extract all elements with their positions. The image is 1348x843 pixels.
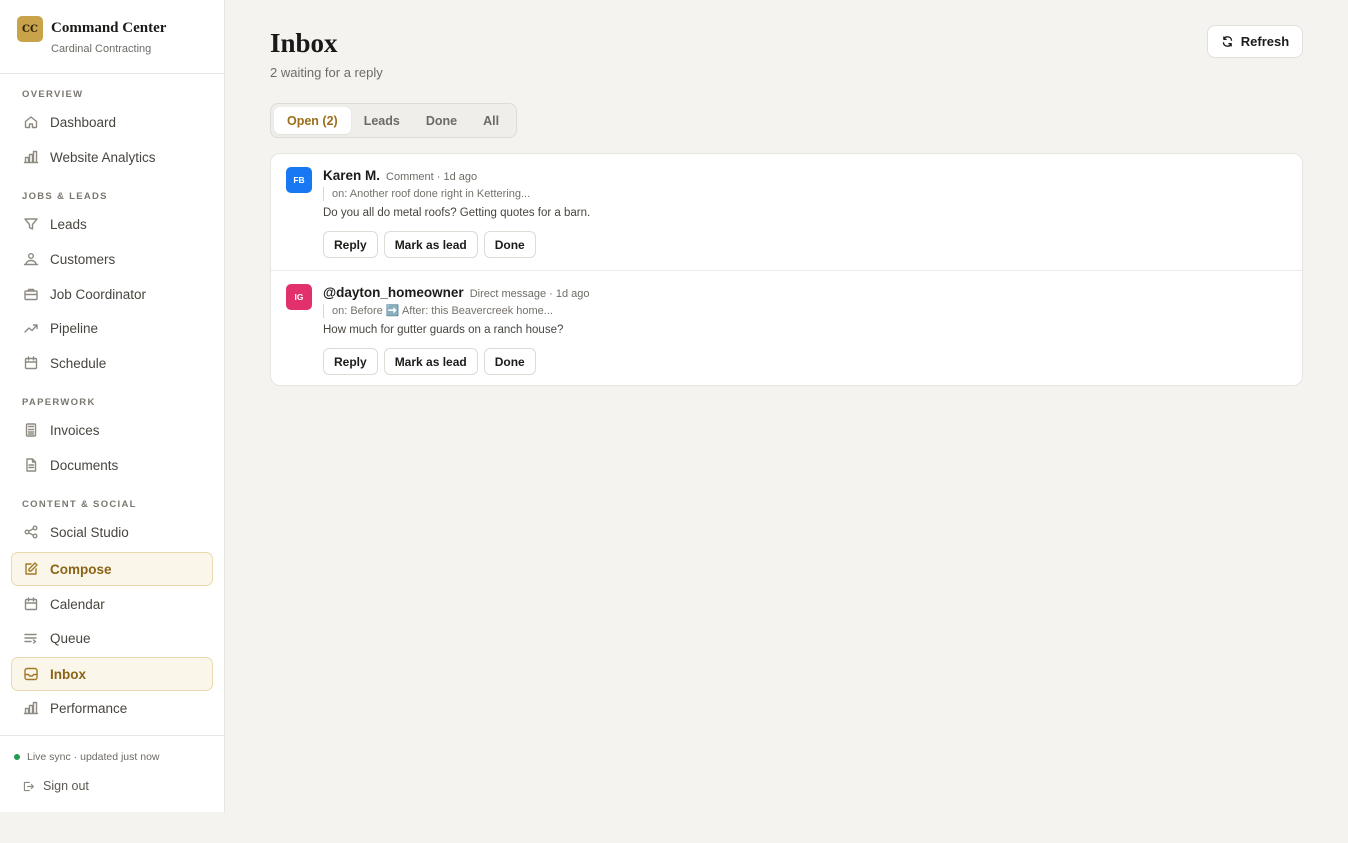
section-label-paperwork: PAPERWORK (22, 397, 96, 408)
sidebar-item-label: Dashboard (50, 114, 117, 130)
sync-status: Live sync · updated just now (14, 751, 160, 763)
sidebar-item-label: Schedule (50, 355, 107, 371)
edit-icon (23, 561, 39, 577)
section-label-content-social: CONTENT & SOCIAL (22, 499, 137, 510)
sidebar-item-label: Customers (50, 251, 116, 267)
sidebar-item-compose[interactable]: Compose (11, 552, 213, 586)
sidebar-item-label: Leads (50, 216, 87, 232)
message-item: FB Karen M. Comment · 1d ago on: Another… (271, 154, 1302, 270)
funnel-icon (23, 216, 39, 232)
sidebar-item-label: Queue (50, 630, 91, 646)
message-meta: Direct message · 1d ago (469, 288, 590, 300)
sidebar-item-schedule[interactable]: Schedule (11, 346, 213, 380)
sync-status-text: Live sync · updated just now (27, 751, 160, 763)
done-button[interactable]: Done (483, 348, 536, 375)
sidebar-item-leads[interactable]: Leads (11, 207, 213, 241)
bar-chart-icon (23, 149, 39, 165)
sidebar-item-label: Calendar (50, 596, 105, 612)
sidebar-item-label: Job Coordinator (50, 286, 147, 302)
message-item: IG @dayton_homeowner Direct message · 1d… (271, 270, 1302, 385)
sidebar-item-label: Compose (50, 561, 112, 577)
refresh-button[interactable]: Refresh (1207, 25, 1303, 58)
sidebar-item-customers[interactable]: Customers (11, 242, 213, 276)
refresh-icon (1222, 36, 1232, 47)
reply-button[interactable]: Reply (323, 231, 378, 258)
sidebar-item-performance[interactable]: Performance (11, 691, 213, 725)
share-icon (23, 524, 39, 540)
message-list: FB Karen M. Comment · 1d ago on: Another… (270, 153, 1303, 386)
sidebar-item-calendar[interactable]: Calendar (11, 587, 213, 621)
page-subtitle: 2 waiting for a reply (270, 65, 383, 80)
instagram-badge-icon: IG (286, 284, 312, 310)
sidebar-item-queue[interactable]: Queue (11, 621, 213, 655)
queue-icon (23, 630, 39, 646)
sign-out-icon (23, 781, 34, 791)
message-text: How much for gutter guards on a ranch ho… (323, 324, 564, 336)
sidebar-item-social-studio[interactable]: Social Studio (11, 515, 213, 549)
message-author: Karen M. (323, 168, 381, 183)
message-author: @dayton_homeowner (323, 285, 464, 300)
document-icon (23, 457, 39, 473)
bar-chart-icon (23, 700, 39, 716)
brand-title: Command Center (51, 20, 167, 36)
inbox-icon (23, 666, 39, 682)
home-icon (23, 114, 39, 130)
reply-button[interactable]: Reply (323, 348, 378, 375)
message-context: on: Before ➡️ After: this Beavercreek ho… (323, 304, 553, 318)
sign-out-button[interactable]: Sign out (22, 779, 89, 793)
mark-as-lead-button[interactable]: Mark as lead (383, 348, 478, 375)
sidebar-item-label: Social Studio (50, 524, 129, 540)
message-meta: Comment · 1d ago (386, 171, 478, 183)
live-dot-icon (14, 754, 20, 760)
refresh-label: Refresh (1240, 34, 1290, 49)
message-text: Do you all do metal roofs? Getting quote… (323, 207, 591, 219)
page-title: Inbox (270, 28, 338, 58)
tab-all[interactable]: All (470, 107, 512, 134)
brand-header: CC Command Center Cardinal Contracting (0, 0, 224, 74)
message-context: on: Another roof done right in Kettering… (323, 187, 530, 201)
tab-done[interactable]: Done (413, 107, 470, 134)
sidebar-item-label: Inbox (50, 666, 86, 682)
calendar-icon (23, 355, 39, 371)
sidebar-item-dashboard[interactable]: Dashboard (11, 105, 213, 139)
users-icon (23, 251, 39, 267)
sidebar-item-label: Performance (50, 700, 128, 716)
sidebar-item-documents[interactable]: Documents (11, 448, 213, 482)
sidebar-item-job-coordinator[interactable]: Job Coordinator (11, 277, 213, 311)
brand-logo[interactable]: CC (17, 16, 43, 42)
sign-out-label: Sign out (43, 779, 89, 793)
sidebar-item-invoices[interactable]: Invoices (11, 413, 213, 447)
sidebar-item-label: Documents (50, 457, 119, 473)
sidebar: CC Command Center Cardinal Contracting O… (0, 0, 225, 812)
section-label-jobs-leads: JOBS & LEADS (22, 191, 108, 202)
sidebar-footer: Live sync · updated just now Sign out (0, 735, 225, 793)
facebook-badge-icon: FB (286, 167, 312, 193)
tab-leads[interactable]: Leads (351, 107, 413, 134)
section-label-overview: OVERVIEW (22, 89, 84, 100)
briefcase-icon (23, 286, 39, 302)
main-content: Inbox 2 waiting for a reply Refresh Open… (225, 0, 1348, 843)
sidebar-item-inbox[interactable]: Inbox (11, 657, 213, 691)
calculator-icon (23, 422, 39, 438)
mark-as-lead-button[interactable]: Mark as lead (383, 231, 478, 258)
filter-tabs: Open (2) Leads Done All (270, 103, 517, 138)
sidebar-item-website-analytics[interactable]: Website Analytics (11, 140, 213, 174)
sidebar-item-label: Invoices (50, 422, 100, 438)
tab-open[interactable]: Open (2) (274, 107, 351, 134)
calendar-icon (23, 596, 39, 612)
sidebar-item-label: Website Analytics (50, 149, 156, 165)
trend-icon (23, 320, 39, 336)
sidebar-item-pipeline[interactable]: Pipeline (11, 311, 213, 345)
done-button[interactable]: Done (483, 231, 536, 258)
brand-subtitle: Cardinal Contracting (51, 43, 152, 55)
sidebar-item-label: Pipeline (50, 320, 99, 336)
